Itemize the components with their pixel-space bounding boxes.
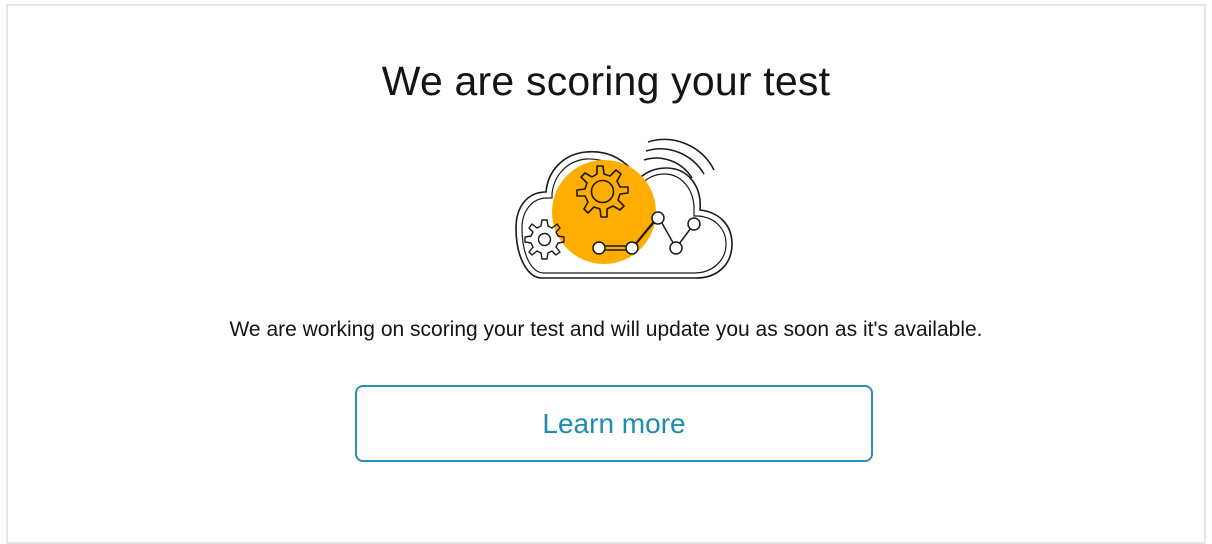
cloud-gears-chart-illustration-icon <box>515 138 733 279</box>
page-title: We are scoring your test <box>381 58 831 104</box>
scoring-message: We are working on scoring your test and … <box>229 318 983 341</box>
learn-more-button[interactable]: Learn more <box>355 385 873 462</box>
scoring-card: We are scoring your test We are working … <box>6 4 1206 544</box>
